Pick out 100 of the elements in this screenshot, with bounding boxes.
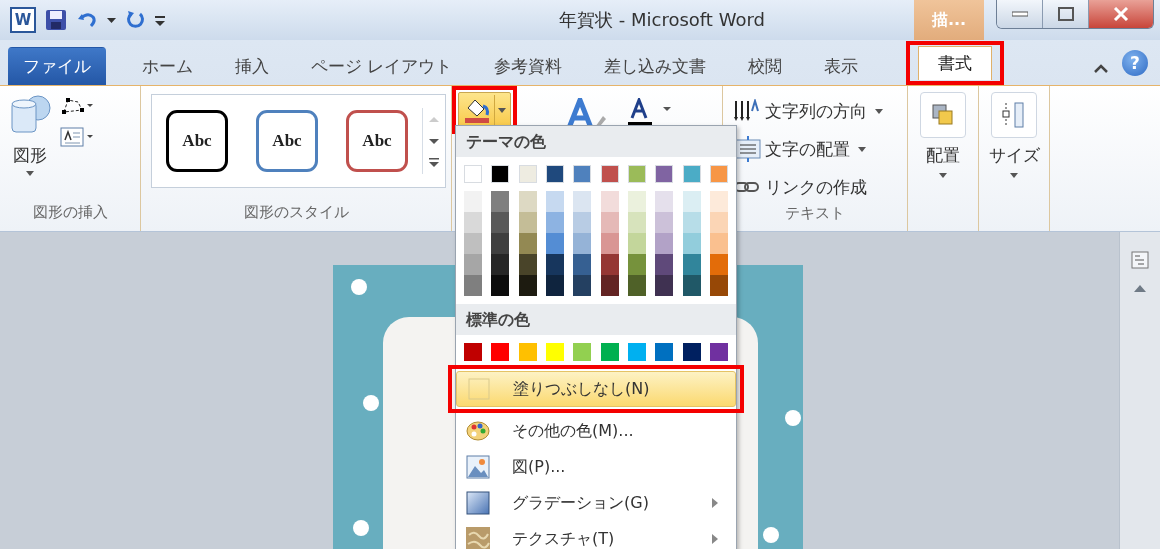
color-swatch[interactable] <box>573 343 592 361</box>
ribbon-menu-button[interactable]: リンクの作成 <box>733 170 867 204</box>
color-swatch[interactable] <box>546 191 564 212</box>
shape-style-option[interactable]: Abc <box>166 110 228 172</box>
save-icon[interactable] <box>45 9 67 31</box>
color-swatch[interactable] <box>546 165 564 183</box>
color-swatch[interactable] <box>573 165 592 183</box>
color-swatch[interactable] <box>628 343 646 361</box>
color-swatch[interactable] <box>518 212 537 233</box>
color-swatch[interactable] <box>518 191 537 212</box>
color-swatch[interactable] <box>491 165 510 183</box>
color-swatch[interactable] <box>464 254 482 275</box>
color-swatch[interactable] <box>628 165 646 183</box>
ribbon-tab[interactable]: 参考資料 <box>474 47 583 85</box>
color-swatch[interactable] <box>628 233 646 254</box>
color-swatch[interactable] <box>655 165 674 183</box>
ribbon-menu-button[interactable]: 文字列の方向 <box>733 94 883 128</box>
menu-item[interactable]: 図(P)... <box>456 449 736 485</box>
menu-item[interactable]: 塗りつぶしなし(N) <box>456 371 736 407</box>
color-swatch[interactable] <box>682 212 701 233</box>
edit-shape-icon[interactable] <box>60 96 94 116</box>
color-swatch[interactable] <box>710 254 728 275</box>
color-swatch[interactable] <box>491 343 510 361</box>
color-swatch[interactable] <box>573 191 592 212</box>
menu-item[interactable]: その他の色(M)... <box>456 413 736 449</box>
color-swatch[interactable] <box>464 191 482 212</box>
color-swatch[interactable] <box>710 212 728 233</box>
color-swatch[interactable] <box>573 212 592 233</box>
color-swatch[interactable] <box>491 275 510 296</box>
color-swatch[interactable] <box>710 165 728 183</box>
color-swatch[interactable] <box>682 233 701 254</box>
arrange-button[interactable]: 配置 <box>908 86 978 178</box>
color-swatch[interactable] <box>546 233 564 254</box>
color-swatch[interactable] <box>491 254 510 275</box>
color-swatch[interactable] <box>655 275 674 296</box>
color-swatch[interactable] <box>710 343 728 361</box>
color-swatch[interactable] <box>600 165 619 183</box>
color-swatch[interactable] <box>682 343 701 361</box>
collapse-ribbon-icon[interactable] <box>1094 64 1108 73</box>
color-swatch[interactable] <box>655 233 674 254</box>
caret-icon[interactable] <box>107 17 116 23</box>
color-swatch[interactable] <box>682 165 701 183</box>
word-app-icon[interactable]: W <box>10 7 36 33</box>
menu-item[interactable]: テクスチャ(T) <box>456 521 736 549</box>
color-swatch[interactable] <box>710 233 728 254</box>
menu-item[interactable]: グラデーション(G) <box>456 485 736 521</box>
maximize-button[interactable] <box>1043 0 1089 28</box>
shapes-button[interactable]: 図形 <box>0 94 60 176</box>
color-swatch[interactable] <box>573 254 592 275</box>
color-swatch[interactable] <box>600 212 619 233</box>
ribbon-tab[interactable]: 挿入 <box>215 47 289 85</box>
color-swatch[interactable] <box>546 343 564 361</box>
ribbon-tab[interactable]: 表示 <box>804 47 879 85</box>
color-swatch[interactable] <box>518 343 537 361</box>
color-swatch[interactable] <box>600 343 619 361</box>
color-swatch[interactable] <box>491 212 510 233</box>
color-swatch[interactable] <box>464 233 482 254</box>
color-swatch[interactable] <box>682 254 701 275</box>
color-swatch[interactable] <box>546 275 564 296</box>
color-swatch[interactable] <box>628 254 646 275</box>
color-swatch[interactable] <box>546 212 564 233</box>
ribbon-tab[interactable]: ホーム <box>122 47 213 85</box>
color-swatch[interactable] <box>655 254 674 275</box>
color-swatch[interactable] <box>518 254 537 275</box>
size-button[interactable]: サイズ <box>979 86 1049 178</box>
color-swatch[interactable] <box>464 212 482 233</box>
color-swatch[interactable] <box>546 254 564 275</box>
color-swatch[interactable] <box>600 191 619 212</box>
color-swatch[interactable] <box>655 212 674 233</box>
color-swatch[interactable] <box>491 233 510 254</box>
ribbon-tab[interactable]: 校閲 <box>728 47 803 85</box>
color-swatch[interactable] <box>710 191 728 212</box>
color-swatch[interactable] <box>600 233 619 254</box>
color-swatch[interactable] <box>628 191 646 212</box>
ribbon-tab[interactable]: ページ レイアウト <box>291 47 473 85</box>
color-swatch[interactable] <box>518 275 537 296</box>
redo-icon[interactable] <box>125 10 145 30</box>
scroll-up-icon[interactable] <box>1133 284 1147 293</box>
color-swatch[interactable] <box>628 212 646 233</box>
color-swatch[interactable] <box>655 343 674 361</box>
color-swatch[interactable] <box>573 275 592 296</box>
color-swatch[interactable] <box>710 275 728 296</box>
minimize-button[interactable] <box>997 0 1043 28</box>
color-swatch[interactable] <box>464 343 482 361</box>
text-box-icon[interactable] <box>60 126 94 148</box>
shape-style-option[interactable]: Abc <box>256 110 318 172</box>
ruler-icon[interactable] <box>1130 250 1150 270</box>
color-swatch[interactable] <box>464 275 482 296</box>
color-swatch[interactable] <box>600 275 619 296</box>
ribbon-tab[interactable]: 差し込み文書 <box>584 47 727 85</box>
color-swatch[interactable] <box>518 165 537 183</box>
ribbon-tab[interactable]: 書式 <box>918 46 993 80</box>
color-swatch[interactable] <box>518 233 537 254</box>
color-swatch[interactable] <box>682 275 701 296</box>
color-swatch[interactable] <box>655 191 674 212</box>
color-swatch[interactable] <box>573 233 592 254</box>
color-swatch[interactable] <box>600 254 619 275</box>
shape-fill-button[interactable] <box>458 92 511 128</box>
color-swatch[interactable] <box>491 191 510 212</box>
color-swatch[interactable] <box>464 165 482 183</box>
